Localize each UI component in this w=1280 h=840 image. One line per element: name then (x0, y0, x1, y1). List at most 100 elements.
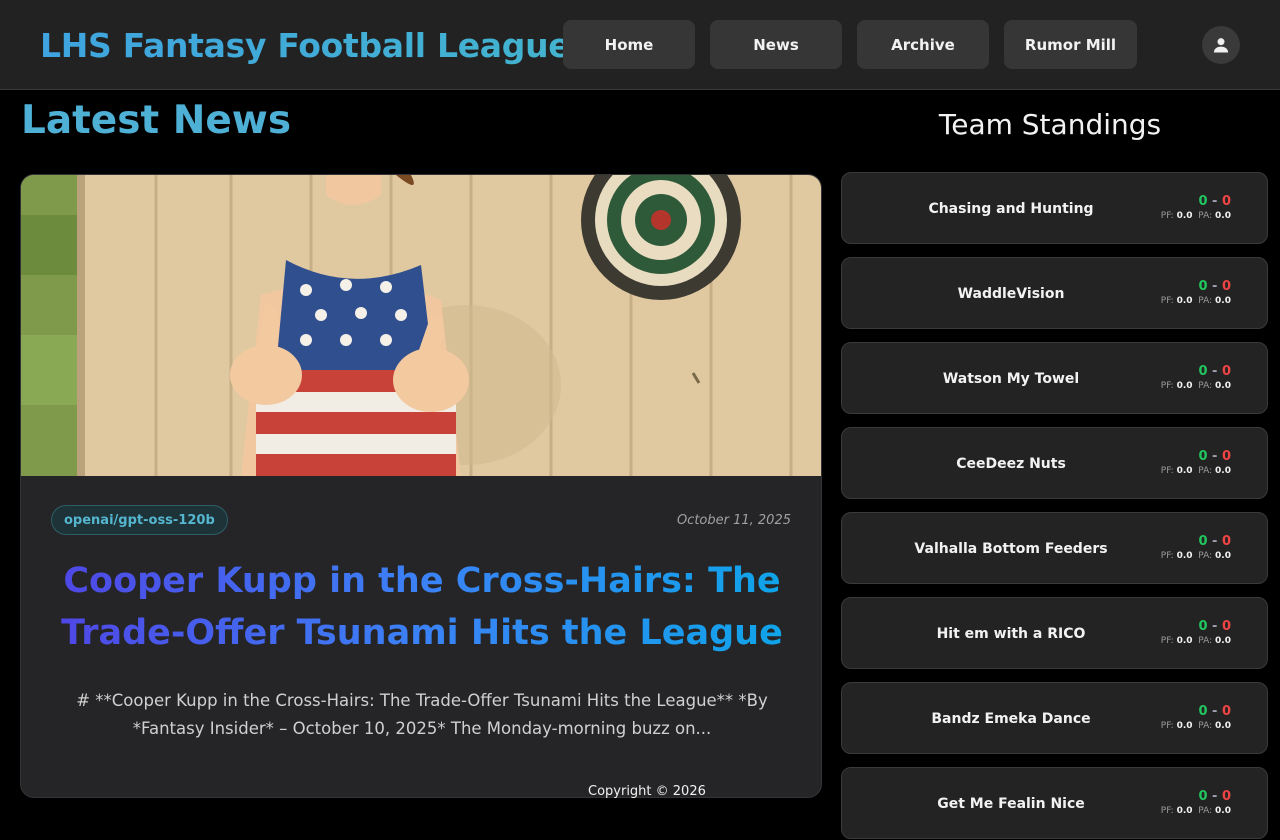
team-name: WaddleVision (957, 286, 1065, 302)
team-card[interactable]: CeeDeez Nuts 0 - 0 PF: 0.0 PA: 0.0 (841, 427, 1268, 499)
user-icon (1213, 38, 1229, 53)
nav-news-button[interactable]: News (710, 20, 842, 69)
team-points: PF: 0.0 PA: 0.0 (1161, 721, 1231, 731)
points-for: 0.0 (1176, 466, 1193, 476)
pf-label: PF: (1160, 721, 1174, 731)
profile-button[interactable] (1202, 26, 1240, 64)
site-title[interactable]: LHS Fantasy Football League (40, 26, 571, 65)
team-wins: 0 (1198, 619, 1208, 634)
team-losses: 0 (1221, 704, 1231, 719)
team-points: PF: 0.0 PA: 0.0 (1161, 381, 1231, 391)
pf-label: PF: (1160, 551, 1174, 561)
team-card[interactable]: Get Me Fealin Nice 0 - 0 PF: 0.0 PA: 0.0 (841, 767, 1268, 839)
team-record: 0 - 0 (1198, 279, 1231, 294)
pf-label: PF: (1160, 466, 1174, 476)
team-losses: 0 (1221, 789, 1231, 804)
latest-news-heading: Latest News (21, 98, 292, 143)
team-card[interactable]: Hit em with a RICO 0 - 0 PF: 0.0 PA: 0.0 (841, 597, 1268, 669)
team-name: Hit em with a RICO (936, 626, 1086, 642)
team-points: PF: 0.0 PA: 0.0 (1161, 636, 1231, 646)
points-against: 0.0 (1215, 381, 1231, 391)
team-record: 0 - 0 (1198, 789, 1231, 804)
article-image[interactable] (21, 175, 822, 476)
team-card[interactable]: Chasing and Hunting 0 - 0 PF: 0.0 PA: 0.0 (841, 172, 1268, 244)
points-against: 0.0 (1215, 806, 1231, 816)
team-points: PF: 0.0 PA: 0.0 (1161, 211, 1231, 221)
team-wins: 0 (1198, 279, 1208, 294)
team-losses: 0 (1221, 279, 1231, 294)
points-against: 0.0 (1215, 721, 1231, 731)
pf-label: PF: (1160, 296, 1174, 306)
record-separator: - (1207, 194, 1222, 209)
points-for: 0.0 (1176, 551, 1193, 561)
team-name: CeeDeez Nuts (956, 456, 1066, 472)
article-title[interactable]: Cooper Kupp in the Cross-Hairs: The Trad… (51, 555, 793, 659)
team-name: Bandz Emeka Dance (931, 711, 1091, 727)
team-losses: 0 (1221, 619, 1231, 634)
points-against: 0.0 (1215, 551, 1231, 561)
team-record: 0 - 0 (1198, 619, 1231, 634)
points-for: 0.0 (1176, 381, 1193, 391)
pa-label: PA: (1198, 211, 1213, 221)
copyright-text: Copyright © 2026 (588, 784, 706, 799)
team-standings-heading: Team Standings (938, 108, 1162, 141)
points-against: 0.0 (1215, 466, 1231, 476)
record-separator: - (1207, 619, 1222, 634)
team-wins: 0 (1198, 449, 1208, 464)
points-against: 0.0 (1215, 211, 1231, 221)
points-against: 0.0 (1215, 636, 1231, 646)
nav-home-button[interactable]: Home (563, 20, 695, 69)
team-points: PF: 0.0 PA: 0.0 (1161, 551, 1231, 561)
record-separator: - (1207, 364, 1222, 379)
model-badge: openai/gpt-oss-120b (51, 505, 228, 535)
record-separator: - (1207, 449, 1222, 464)
article-date: October 11, 2025 (676, 513, 791, 528)
team-card[interactable]: WaddleVision 0 - 0 PF: 0.0 PA: 0.0 (841, 257, 1268, 329)
team-wins: 0 (1198, 704, 1208, 719)
team-name: Watson My Towel (942, 371, 1080, 387)
pf-label: PF: (1160, 636, 1174, 646)
nav-archive-button[interactable]: Archive (857, 20, 989, 69)
team-wins: 0 (1198, 789, 1208, 804)
team-losses: 0 (1221, 194, 1231, 209)
points-for: 0.0 (1176, 211, 1193, 221)
points-for: 0.0 (1176, 296, 1193, 306)
team-losses: 0 (1221, 449, 1231, 464)
team-points: PF: 0.0 PA: 0.0 (1161, 466, 1231, 476)
team-record: 0 - 0 (1198, 704, 1231, 719)
pa-label: PA: (1198, 721, 1213, 731)
team-record: 0 - 0 (1198, 194, 1231, 209)
points-for: 0.0 (1176, 636, 1193, 646)
team-losses: 0 (1221, 364, 1231, 379)
points-for: 0.0 (1176, 721, 1193, 731)
pa-label: PA: (1198, 381, 1213, 391)
featured-article-card[interactable]: openai/gpt-oss-120b October 11, 2025 Coo… (20, 174, 822, 798)
pa-label: PA: (1198, 636, 1213, 646)
points-against: 0.0 (1215, 296, 1231, 306)
team-points: PF: 0.0 PA: 0.0 (1161, 296, 1231, 306)
team-name: Chasing and Hunting (928, 201, 1094, 217)
pa-label: PA: (1198, 296, 1213, 306)
team-losses: 0 (1221, 534, 1231, 549)
team-card[interactable]: Bandz Emeka Dance 0 - 0 PF: 0.0 PA: 0.0 (841, 682, 1268, 754)
team-name: Valhalla Bottom Feeders (914, 541, 1108, 557)
team-record: 0 - 0 (1198, 534, 1231, 549)
nav-rumor-mill-button[interactable]: Rumor Mill (1004, 20, 1137, 69)
team-record: 0 - 0 (1198, 364, 1231, 379)
team-name: Get Me Fealin Nice (937, 796, 1085, 812)
team-card[interactable]: Valhalla Bottom Feeders 0 - 0 PF: 0.0 PA: … (841, 512, 1268, 584)
site-header: LHS Fantasy Football League Home News Ar… (0, 0, 1280, 90)
pf-label: PF: (1160, 381, 1174, 391)
team-wins: 0 (1198, 534, 1208, 549)
team-points: PF: 0.0 PA: 0.0 (1161, 806, 1231, 816)
team-wins: 0 (1198, 194, 1208, 209)
pa-label: PA: (1198, 466, 1213, 476)
record-separator: - (1207, 789, 1222, 804)
team-card[interactable]: Watson My Towel 0 - 0 PF: 0.0 PA: 0.0 (841, 342, 1268, 414)
record-separator: - (1207, 534, 1222, 549)
pf-label: PF: (1160, 806, 1174, 816)
team-record: 0 - 0 (1198, 449, 1231, 464)
pa-label: PA: (1198, 551, 1213, 561)
article-excerpt: # **Cooper Kupp in the Cross-Hairs: The … (76, 691, 768, 738)
record-separator: - (1207, 279, 1222, 294)
